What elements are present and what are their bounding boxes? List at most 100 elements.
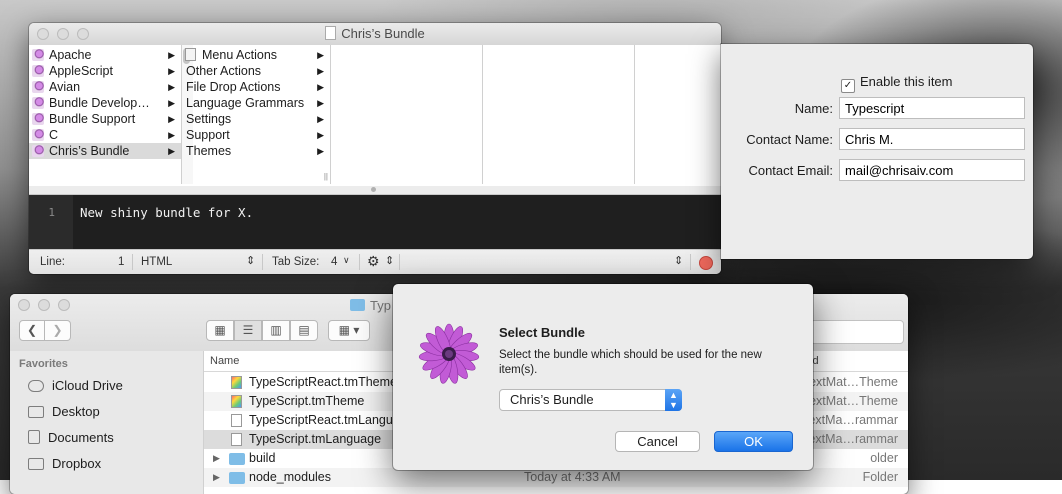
list-view-icon[interactable]: ☰ bbox=[234, 320, 262, 341]
pane-splitter[interactable] bbox=[29, 186, 721, 195]
chevron-right-icon: ▶ bbox=[168, 146, 175, 156]
bundle-column: Apache ▶ AppleScript ▶ Avian ▶ Bundle Devel… bbox=[29, 45, 182, 184]
finder-sidebar: Favorites iCloud Drive Desktop Documents… bbox=[10, 351, 204, 494]
contact-email-label: Contact Email: bbox=[748, 163, 833, 178]
bundle-item[interactable]: Bundle Support ▶ bbox=[29, 111, 181, 127]
grammar-file-icon bbox=[231, 433, 242, 446]
disclosure-triangle-icon[interactable]: ▶ bbox=[213, 468, 220, 487]
status-bar: Line: 1 HTML ⇕ Tab Size: 4 ∨ ⚙ ⇕ ⇕ bbox=[29, 249, 721, 274]
file-drop-actions-item[interactable]: File Drop Actions ▶ bbox=[182, 79, 330, 95]
line-label: Line: bbox=[40, 256, 65, 268]
code-editor[interactable]: 1 New shiny bundle for X. bbox=[29, 195, 721, 249]
back-button[interactable]: ❮ bbox=[19, 320, 45, 341]
empty-column bbox=[331, 45, 483, 184]
chevron-right-icon: ▶ bbox=[168, 98, 175, 108]
chevron-right-icon: ▶ bbox=[317, 82, 324, 92]
bundle-browser: Apache ▶ AppleScript ▶ Avian ▶ Bundle Devel… bbox=[29, 45, 721, 187]
grammar-file-icon bbox=[231, 414, 242, 427]
chevron-down-icon[interactable]: ∨ bbox=[343, 255, 350, 266]
gallery-view-icon[interactable]: ▤ bbox=[290, 320, 318, 341]
themes-item[interactable]: Themes ▶ bbox=[182, 143, 330, 159]
sidebar-item-dropbox[interactable]: Dropbox bbox=[28, 453, 101, 475]
window-controls bbox=[18, 299, 70, 311]
updown-icon: ▲ ▼ bbox=[665, 389, 682, 411]
bundle-icon bbox=[32, 145, 44, 157]
chevron-right-icon: ▶ bbox=[317, 114, 324, 124]
minimize-button[interactable] bbox=[38, 299, 50, 311]
column-resizer[interactable]: || bbox=[324, 172, 328, 181]
folder-icon bbox=[229, 453, 245, 465]
updown-icon[interactable]: ⇕ bbox=[246, 254, 255, 267]
forward-button[interactable]: ❯ bbox=[45, 320, 71, 341]
select-bundle-dialog: Select Bundle Select the bundle which sh… bbox=[393, 284, 813, 470]
settings-item[interactable]: Settings ▶ bbox=[182, 111, 330, 127]
bundle-item[interactable]: Apache ▶ bbox=[29, 47, 181, 63]
chevron-right-icon: ▶ bbox=[168, 114, 175, 124]
column-view-icon[interactable]: ▥ bbox=[262, 320, 290, 341]
chevron-right-icon: ▶ bbox=[317, 50, 324, 60]
macro-record-icon[interactable] bbox=[699, 256, 713, 270]
desktop-icon bbox=[28, 406, 44, 418]
enable-item-checkbox[interactable]: ✓ Enable this item bbox=[841, 74, 953, 93]
checkmark-icon[interactable]: ✓ bbox=[841, 79, 855, 93]
favorites-heading: Favorites bbox=[19, 358, 68, 370]
sidebar-item-desktop[interactable]: Desktop bbox=[28, 401, 100, 423]
empty-column bbox=[635, 45, 721, 184]
name-column-header[interactable]: Name bbox=[210, 355, 239, 367]
bundle-item[interactable]: C ▶ bbox=[29, 127, 181, 143]
bundle-item-selected[interactable]: Chris’s Bundle ▶ bbox=[29, 143, 181, 159]
ok-button[interactable]: OK bbox=[714, 431, 793, 452]
cloud-icon bbox=[28, 380, 44, 392]
bundle-item[interactable]: Bundle Develop… ▶ bbox=[29, 95, 181, 111]
doc-icon bbox=[325, 26, 337, 40]
bundle-icon bbox=[32, 97, 44, 109]
editor-text[interactable]: New shiny bundle for X. bbox=[80, 205, 253, 220]
name-field[interactable] bbox=[839, 97, 1025, 119]
search-field[interactable] bbox=[810, 320, 904, 344]
contact-email-field[interactable] bbox=[839, 159, 1025, 181]
tab-size-label: Tab Size: bbox=[272, 256, 320, 268]
bundle-icon bbox=[32, 81, 44, 93]
minimize-button[interactable] bbox=[57, 28, 69, 40]
sidebar-item-icloud-drive[interactable]: iCloud Drive bbox=[28, 375, 123, 397]
bundle-item[interactable]: AppleScript ▶ bbox=[29, 63, 181, 79]
disclosure-triangle-icon[interactable]: ▶ bbox=[213, 449, 220, 468]
zoom-button[interactable] bbox=[58, 299, 70, 311]
contact-name-field[interactable] bbox=[839, 128, 1025, 150]
bundle-select[interactable]: Chris’s Bundle ▲ ▼ bbox=[499, 389, 682, 411]
bundle-icon bbox=[32, 129, 44, 141]
tab-size-value[interactable]: 4 bbox=[331, 256, 337, 268]
language-grammars-item[interactable]: Language Grammars ▶ bbox=[182, 95, 330, 111]
icon-view-icon[interactable]: ▦ bbox=[206, 320, 234, 341]
menu-icon bbox=[185, 48, 196, 61]
name-label: Name: bbox=[794, 101, 833, 116]
gear-icon[interactable]: ⚙ bbox=[367, 253, 380, 270]
titlebar: Chris’s Bundle bbox=[29, 23, 721, 46]
contact-name-row: Contact Name: bbox=[721, 128, 1033, 150]
sidebar-item-documents[interactable]: Documents bbox=[28, 427, 114, 449]
bundle-properties-panel: ✓Enable this item Name: Contact Name: Co… bbox=[721, 44, 1033, 259]
line-gutter: 1 bbox=[29, 195, 73, 249]
chevron-right-icon: ▶ bbox=[317, 146, 324, 156]
dialog-message: Select the bundle which should be used f… bbox=[499, 349, 762, 376]
line-value[interactable]: 1 bbox=[118, 256, 124, 268]
zoom-button[interactable] bbox=[77, 28, 89, 40]
other-actions-item[interactable]: Other Actions ▶ bbox=[182, 63, 330, 79]
close-button[interactable] bbox=[37, 28, 49, 40]
menu-actions-item[interactable]: Menu Actions ▶ bbox=[182, 47, 330, 63]
folder-row[interactable]: ▶ node_modules Today at 4:33 AM Folder bbox=[204, 468, 908, 487]
arrange-button[interactable]: ▦ ▾ bbox=[328, 320, 370, 341]
language-popup[interactable]: HTML bbox=[141, 256, 172, 268]
theme-file-icon bbox=[231, 376, 242, 389]
name-row: Name: bbox=[721, 97, 1033, 119]
folder-icon bbox=[28, 458, 44, 470]
contact-email-row: Contact Email: bbox=[721, 159, 1033, 181]
dialog-title: Select Bundle bbox=[499, 325, 585, 340]
cancel-button[interactable]: Cancel bbox=[615, 431, 700, 452]
support-item[interactable]: Support ▶ bbox=[182, 127, 330, 143]
close-button[interactable] bbox=[18, 299, 30, 311]
bundle-icon bbox=[32, 65, 44, 77]
bundle-item[interactable]: Avian ▶ bbox=[29, 79, 181, 95]
updown-icon[interactable]: ⇕ bbox=[385, 254, 394, 267]
updown-icon[interactable]: ⇕ bbox=[674, 254, 683, 267]
